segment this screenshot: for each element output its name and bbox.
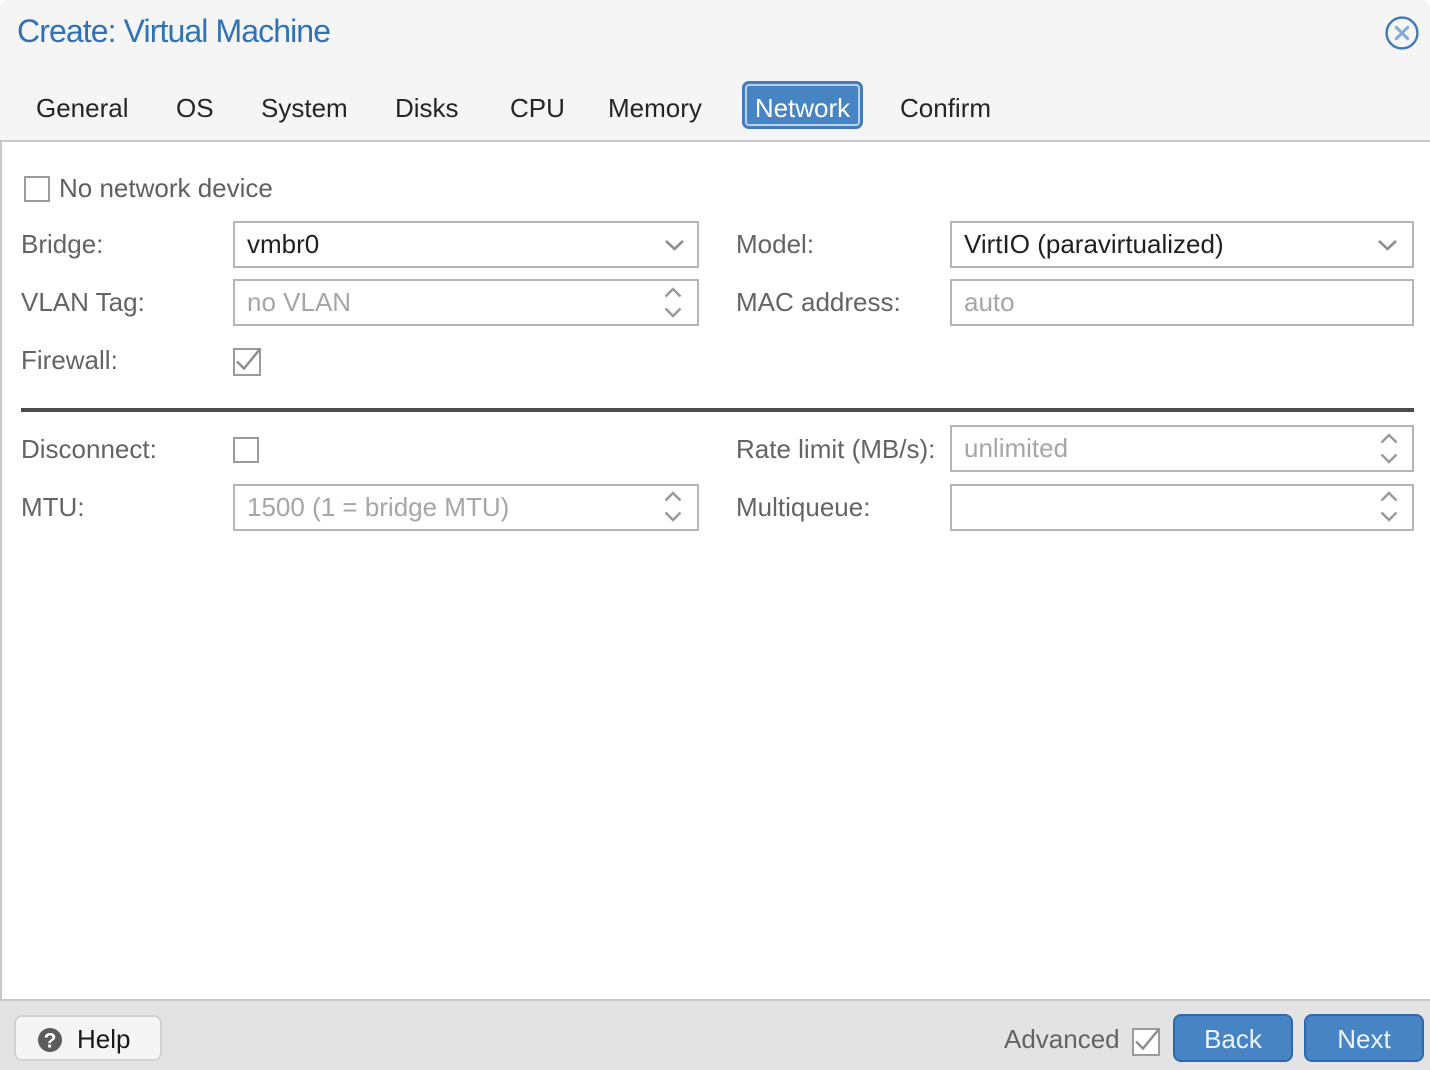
svg-text:?: ? bbox=[44, 1029, 57, 1052]
